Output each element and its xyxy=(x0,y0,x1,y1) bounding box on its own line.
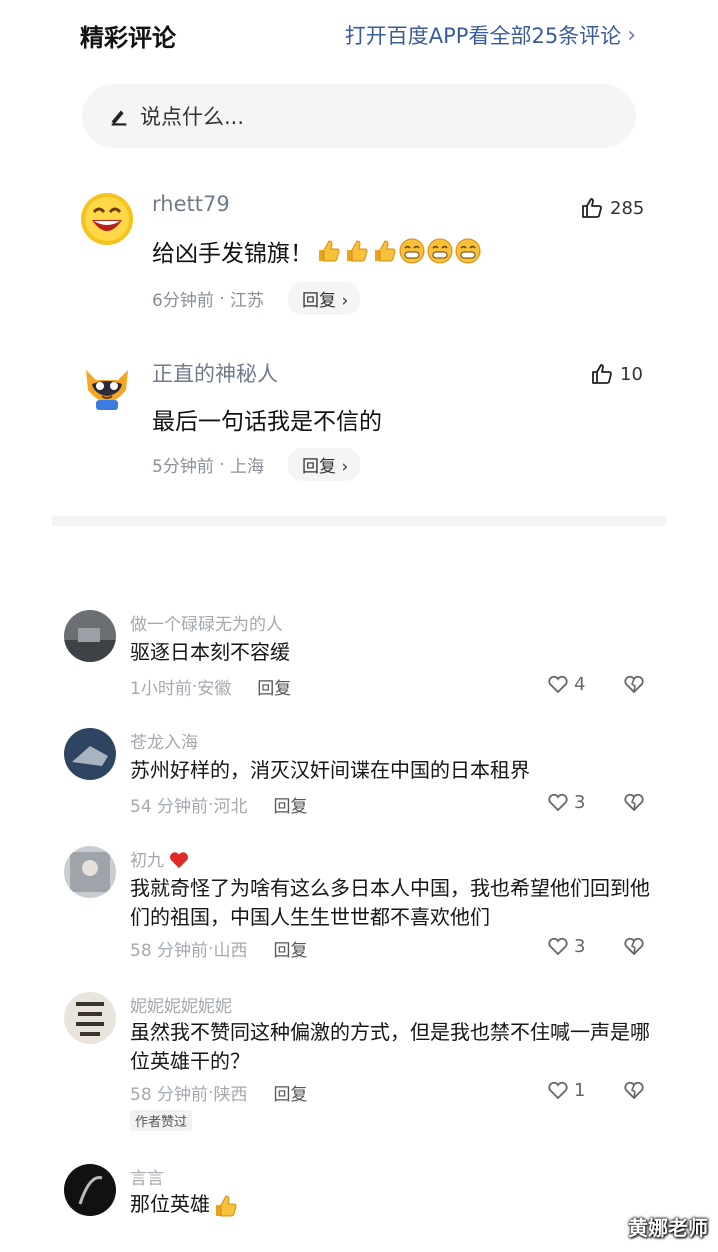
red-heart-icon xyxy=(169,851,189,868)
comment-text: 我就奇怪了为啥有这么多日本人中国，我也希望他们回到他们的祖国，中国人生生世世都不… xyxy=(130,876,650,929)
avatar[interactable] xyxy=(64,1164,116,1216)
comment-input-placeholder: 说点什么... xyxy=(140,105,245,129)
broken-heart-icon xyxy=(624,937,644,956)
dislike-button[interactable] xyxy=(622,790,646,818)
thumbs-up-icon xyxy=(582,198,602,218)
comment-input[interactable]: 说点什么... xyxy=(82,84,636,148)
page-title: 精彩评论 xyxy=(80,24,176,52)
section-divider xyxy=(52,516,666,526)
comment-meta: 1小时前 · 安徽 回复 xyxy=(130,674,291,700)
grin-emoji xyxy=(399,238,425,265)
like-count: 10 xyxy=(620,363,643,385)
comment-time: 1小时前 xyxy=(130,679,192,699)
open-app-link[interactable]: 打开百度APP看全部25条评论 › xyxy=(345,20,636,50)
comment-username-text: 初九 xyxy=(130,851,164,871)
comment-text: 最后一句话我是不信的 xyxy=(152,409,382,435)
broken-heart-icon xyxy=(624,793,644,812)
comment-username[interactable]: 言言 xyxy=(130,1164,164,1189)
avatar[interactable] xyxy=(64,992,116,1044)
meta-separator: · xyxy=(213,454,231,475)
reply-button[interactable]: 回复 xyxy=(273,1080,307,1105)
thumbs-up-emoji xyxy=(371,238,397,265)
chevron-right-icon: › xyxy=(627,22,636,48)
comment-meta: 58 分钟前 · 陕西 回复 xyxy=(130,1080,307,1106)
grin-emoji xyxy=(455,238,481,265)
avatar[interactable] xyxy=(64,728,116,780)
author-liked-badge: 作者赞过 xyxy=(130,1110,193,1131)
broken-heart-icon xyxy=(624,675,644,694)
comment-meta: 6分钟前 · 江苏 回复 › xyxy=(152,282,361,315)
avatar[interactable] xyxy=(64,610,116,662)
thumbs-up-emoji xyxy=(315,238,341,265)
comment-text: 虽然我不赞同这种偏激的方式，但是我也禁不住喊一声是哪位英雄干的？ xyxy=(130,1020,650,1073)
like-count: 3 xyxy=(574,791,586,813)
dislike-button[interactable] xyxy=(622,934,646,962)
comment-location: 江苏 xyxy=(230,291,265,311)
comment-text: 给凶手发锦旗！ xyxy=(152,234,481,268)
comment-meta: 54 分钟前 · 河北 回复 xyxy=(130,792,307,818)
reply-button[interactable]: 回复 xyxy=(273,792,307,817)
dislike-button[interactable] xyxy=(622,1078,646,1106)
heart-icon xyxy=(548,937,568,956)
comment-text: 驱逐日本刻不容缓 xyxy=(130,640,290,664)
comment-username[interactable]: rhett79 xyxy=(152,192,230,216)
grin-emoji xyxy=(427,238,453,265)
like-count: 3 xyxy=(574,935,586,957)
like-button[interactable]: 1 xyxy=(546,1078,585,1102)
comment-username[interactable]: 正直的神秘人 xyxy=(152,358,278,388)
avatar[interactable] xyxy=(64,846,116,898)
comments-header: 精彩评论 打开百度APP看全部25条评论 › xyxy=(0,0,718,80)
like-count: 285 xyxy=(610,197,645,219)
heart-icon xyxy=(548,1081,568,1100)
comment-item: rhett79 285 给凶手发锦旗！ 6分钟前 · 江苏 回复 › xyxy=(0,186,718,326)
comment-time: 54 分钟前 xyxy=(130,797,209,817)
reply-button[interactable]: 回复 › xyxy=(288,282,361,315)
comment-time: 58 分钟前 xyxy=(130,941,209,961)
meta-separator: · xyxy=(213,288,231,309)
comment-location: 安徽 xyxy=(197,679,232,699)
comment-time: 5分钟前 xyxy=(152,457,214,477)
comment-time: 58 分钟前 xyxy=(130,1085,209,1105)
like-count: 4 xyxy=(574,673,586,695)
like-button[interactable]: 10 xyxy=(590,362,643,386)
like-button[interactable]: 3 xyxy=(546,934,585,958)
thumbs-up-emoji xyxy=(343,238,369,265)
pencil-icon xyxy=(111,110,127,126)
comment-text-body: 那位英雄 xyxy=(130,1192,210,1216)
comment-location: 山西 xyxy=(213,941,248,961)
watermark: 黄娜老师 xyxy=(628,1216,708,1240)
comment-location: 河北 xyxy=(213,797,248,817)
reply-label: 回复 xyxy=(302,291,337,311)
thumbs-up-icon xyxy=(592,364,612,384)
reply-button[interactable]: 回复 xyxy=(257,674,291,699)
comment-username[interactable]: 做一个碌碌无为的人 xyxy=(130,610,283,635)
avatar[interactable] xyxy=(80,192,134,246)
comment-time: 6分钟前 xyxy=(152,291,214,311)
heart-icon xyxy=(548,793,568,812)
comment-meta: 58 分钟前 · 山西 回复 xyxy=(130,936,307,962)
comment-username[interactable]: 初九 xyxy=(130,846,190,871)
comment-text: 那位英雄 xyxy=(130,1190,660,1219)
comment-location: 上海 xyxy=(230,457,265,477)
comment-username[interactable]: 妮妮妮妮妮妮 xyxy=(130,992,232,1017)
dislike-button[interactable] xyxy=(622,672,646,700)
reply-button[interactable]: 回复 xyxy=(273,936,307,961)
comment-text: 苏州好样的，消灭汉奸间谍在中国的日本租界 xyxy=(130,758,530,782)
avatar[interactable] xyxy=(80,358,134,412)
like-button[interactable]: 4 xyxy=(546,672,585,696)
comment-item: 正直的神秘人 10 最后一句话我是不信的 5分钟前 · 上海 回复 › xyxy=(0,352,718,492)
comment-location: 陕西 xyxy=(213,1085,248,1105)
reply-label: 回复 xyxy=(302,457,337,477)
broken-heart-icon xyxy=(624,1081,644,1100)
like-button[interactable]: 3 xyxy=(546,790,585,814)
like-button[interactable]: 285 xyxy=(580,196,644,220)
comment-text-body: 给凶手发锦旗！ xyxy=(152,241,313,267)
comment-meta: 5分钟前 · 上海 回复 › xyxy=(152,448,361,481)
comment-username[interactable]: 苍龙入海 xyxy=(130,728,198,753)
thumbs-up-emoji xyxy=(212,1190,238,1219)
open-app-label: 打开百度APP看全部25条评论 xyxy=(344,24,622,48)
reply-button[interactable]: 回复 › xyxy=(288,448,361,481)
like-count: 1 xyxy=(574,1079,586,1101)
heart-icon xyxy=(548,675,568,694)
